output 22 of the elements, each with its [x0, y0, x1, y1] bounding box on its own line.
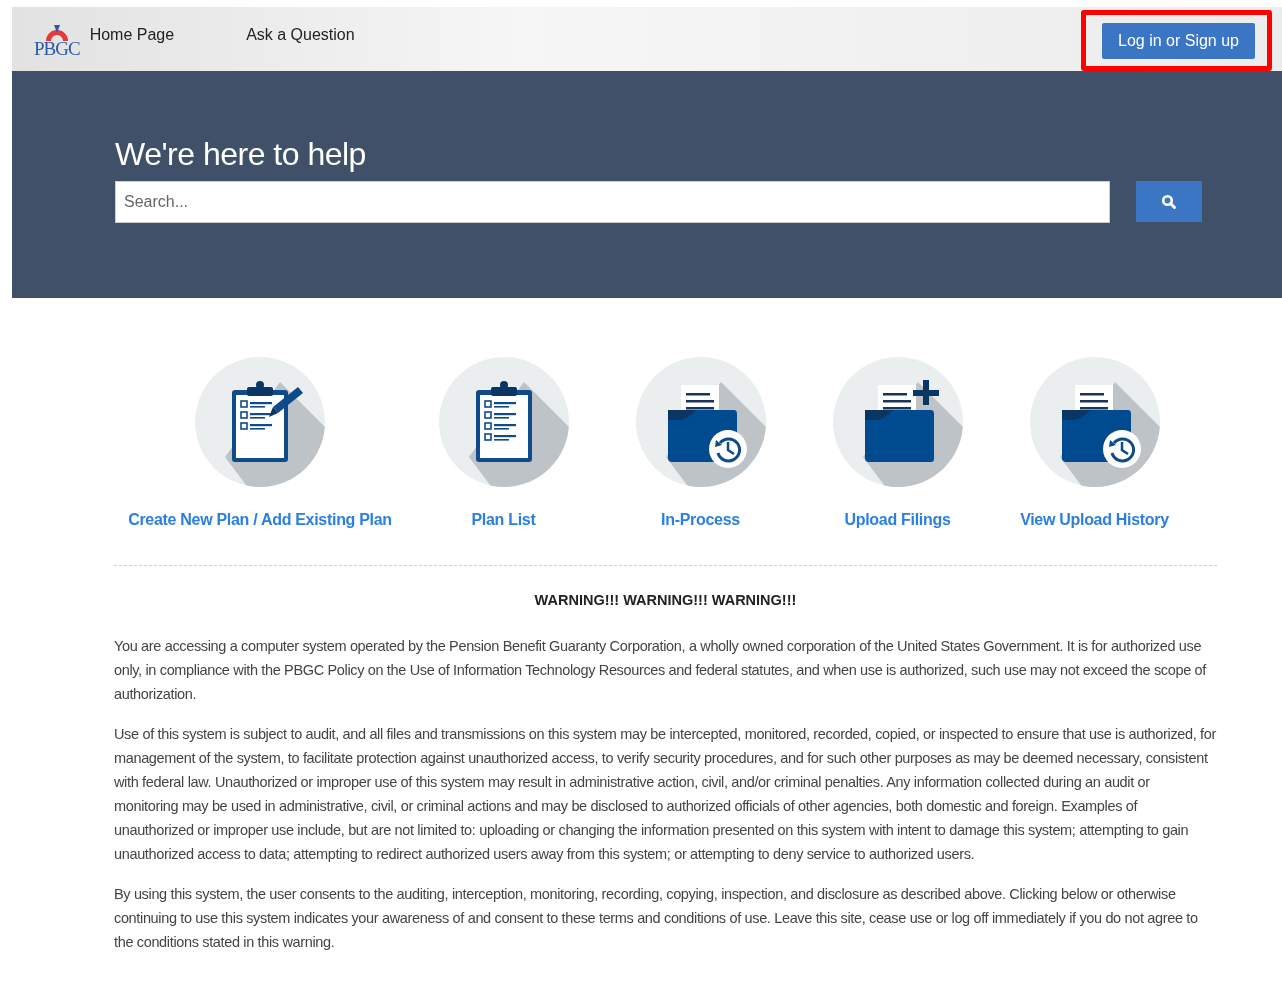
search-icon: [1161, 193, 1177, 210]
folder-plus-icon[interactable]: [832, 357, 963, 487]
warning-paragraph: You are accessing a computer system operated by the Pension Benefit Guaranty Corporation, a wholly owned corporation of the United States Government. It is for authorized use only, in compliance with the PBGC Policy on the Use of Information Technology Resources and federal statutes, and when use is authorized, such use may not exceed the scope of authorization.: [114, 637, 1208, 704]
tile-link[interactable]: Create New Plan / Add Existing Plan: [128, 511, 392, 529]
tile-link[interactable]: Plan List: [471, 511, 536, 529]
nav-link[interactable]: Ask a Question: [246, 26, 355, 44]
hero-title: We're here to help: [115, 135, 367, 173]
folder-clock-icon[interactable]: [1029, 357, 1160, 487]
search-button[interactable]: [1136, 181, 1202, 222]
search-field[interactable]: Search...: [115, 181, 1110, 223]
logo-text[interactable]: PBGC: [34, 37, 80, 60]
nav-link[interactable]: Home Page: [89, 26, 175, 44]
warning-paragraph: By using this system, the user consents to the auditing, interception, monitoring, recording, copying, inspection, and disclosure as described above. Clicking below or otherwise continuing to use this system indicates your awareness of and consent to these terms and conditions of use. Leave this site, cease use or log off immediately if you do not agree to the conditions stated in this warning.: [114, 885, 1199, 952]
tile-link[interactable]: In-Process: [661, 511, 740, 529]
clipboard-pencil-icon[interactable]: [195, 357, 325, 487]
warning-heading: WARNING!!! WARNING!!! WARNING!!!: [533, 592, 798, 608]
warning-paragraph: Use of this system is subject to audit, and all files and transmissions on this system may be intercepted, monitored, recorded, copied, or inspected to ensure that use is authorized, for management of the system, to facilitate protection against unauthorized access, to verify security procedures, and for such other purposes as may be deemed necessary, consistent with federal law. Unauthorized or improper use of this system may result in administrative action, civil, and/or criminal penalties. Any information collected during an audit or monitoring may be used in administrative, civil, or criminal actions and may be disclosed to authorized officials of other agencies, both domestic and foreign. Examples of unauthorized or improper use include, but are not limited to: uploading or changing the information presented on this system with intent to damage this system; attempting to gain unauthorized access to data; attempting to redirect authorized users away from this system; or attempting to deny service to authorized users.: [114, 725, 1217, 864]
tile-link[interactable]: View Upload History: [1020, 511, 1169, 529]
folder-clock-icon[interactable]: [635, 357, 766, 487]
tile-link[interactable]: Upload Filings: [844, 511, 951, 529]
login-button[interactable]: Log in or Sign up: [1102, 23, 1255, 59]
clipboard-checklist-icon[interactable]: [438, 357, 569, 487]
